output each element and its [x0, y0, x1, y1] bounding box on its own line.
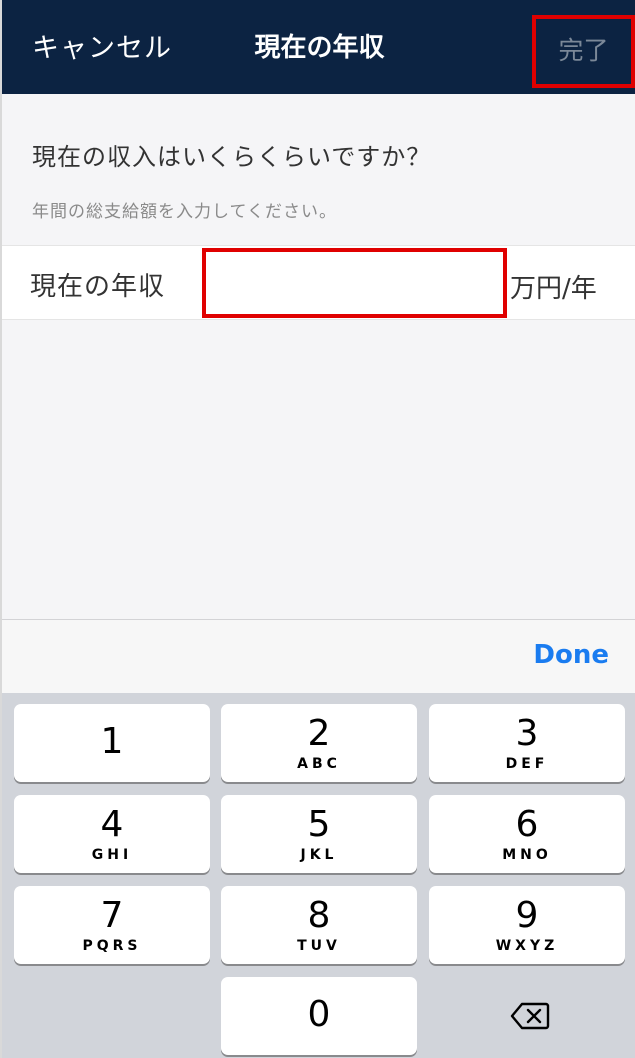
key-2[interactable]: 2 ABC	[221, 704, 417, 782]
key-letters: TUV	[297, 938, 341, 954]
income-unit: 万円/年	[510, 274, 597, 304]
question-text: 現在の収入はいくらくらいですか？	[32, 143, 432, 171]
key-digit: 6	[515, 804, 539, 845]
key-4[interactable]: 4 GHI	[14, 795, 210, 873]
key-digit: 7	[100, 895, 124, 936]
key-digit: 0	[307, 994, 331, 1035]
backspace-button[interactable]	[429, 979, 625, 1057]
key-digit: 3	[515, 713, 539, 754]
key-digit: 9	[515, 895, 539, 936]
nav-header: キャンセル 現在の年収 完了	[2, 0, 635, 94]
key-9[interactable]: 9 WXYZ	[429, 886, 625, 964]
key-digit: 5	[307, 804, 331, 845]
key-5[interactable]: 5 JKL	[221, 795, 417, 873]
key-letters: MNO	[502, 847, 552, 863]
key-letters: DEF	[505, 756, 549, 772]
key-letters: GHI	[91, 847, 133, 863]
hint-text: 年間の総支給額を入力してください。	[32, 202, 337, 222]
key-7[interactable]: 7 PQRS	[14, 886, 210, 964]
income-input-row: 現在の年収 万円/年	[2, 245, 635, 320]
key-1[interactable]: 1	[14, 704, 210, 782]
key-8[interactable]: 8 TUV	[221, 886, 417, 964]
key-3[interactable]: 3 DEF	[429, 704, 625, 782]
key-6[interactable]: 6 MNO	[429, 795, 625, 873]
complete-button[interactable]: 完了	[532, 15, 635, 88]
key-letters: ABC	[297, 756, 341, 772]
key-digit: 4	[100, 804, 124, 845]
numeric-keypad: 1 2 ABC 3 DEF 4 GHI 5 JKL 6 MNO 7 PQRS 8…	[2, 693, 635, 1058]
keyboard-done-button[interactable]: Done	[533, 640, 609, 670]
income-label: 現在の年収	[30, 272, 166, 302]
backspace-icon	[510, 1002, 550, 1030]
key-letters: JKL	[300, 847, 338, 863]
income-input[interactable]	[202, 248, 507, 318]
key-letters: PQRS	[82, 938, 142, 954]
keyboard-accessory-bar: Done	[2, 619, 635, 693]
screen: キャンセル 現在の年収 完了 現在の収入はいくらくらいですか？ 年間の総支給額を…	[0, 0, 635, 1058]
key-digit: 2	[307, 713, 331, 754]
key-0[interactable]: 0	[221, 977, 417, 1055]
key-letters: WXYZ	[495, 938, 559, 954]
key-digit: 8	[307, 895, 331, 936]
key-digit: 1	[100, 721, 124, 762]
